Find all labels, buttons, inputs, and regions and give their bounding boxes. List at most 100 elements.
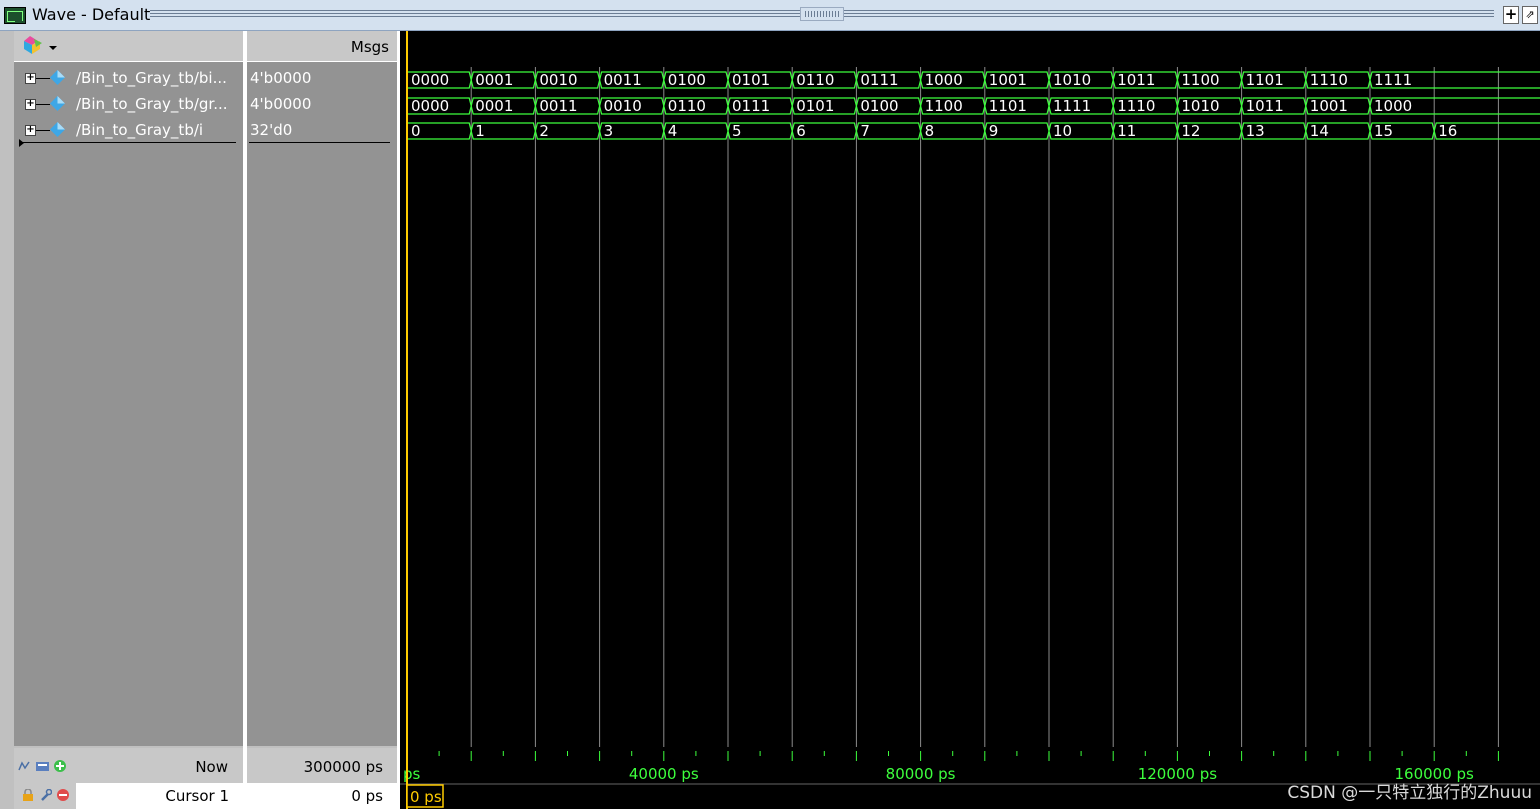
selection-divider: [22, 142, 236, 143]
waveform-canvas[interactable]: 0000 0001 0010 0011 0100 0101 0110 0111 1000 1001…: [400, 31, 1540, 747]
tree-connector: [36, 130, 50, 131]
add-cursor-icon[interactable]: [54, 760, 66, 772]
expand-icon[interactable]: +: [25, 125, 36, 136]
signal-values-pane[interactable]: 4'b0000 4'b0000 32'd0: [247, 62, 397, 746]
wave-value-gray: 0000: [411, 97, 449, 115]
signal-row-bin[interactable]: + /Bin_to_Gray_tb/bi...: [14, 66, 243, 92]
wave-edit-icon[interactable]: [18, 760, 30, 772]
insert-cursor-icon[interactable]: [35, 760, 50, 772]
signal-name: /Bin_to_Gray_tb/bi...: [76, 69, 227, 87]
wave-value-bin: 1000: [925, 71, 963, 89]
wave-value-i: 13: [1246, 122, 1265, 140]
wave-value-gray: 0100: [860, 97, 898, 115]
signal-names-header: [14, 31, 243, 62]
delete-cursor-icon[interactable]: [57, 789, 69, 801]
cursor-label: Cursor 1: [165, 787, 229, 805]
insertion-marker-icon: [19, 139, 24, 147]
wave-value-i: 15: [1374, 122, 1393, 140]
wave-value-gray: 0010: [604, 97, 642, 115]
wave-window-icon: [4, 7, 26, 24]
wrench-icon[interactable]: [40, 789, 52, 801]
wave-value-gray: 1110: [1117, 97, 1155, 115]
signal-diamond-icon: [50, 122, 65, 137]
wave-value-gray: 0111: [732, 97, 770, 115]
cursor-status-values: 300000 ps 0 ps: [247, 748, 397, 809]
add-pane-button[interactable]: +: [1503, 6, 1519, 24]
window-title: Wave - Default: [32, 5, 151, 24]
wave-value-i: 1: [475, 122, 485, 140]
wave-value-i: 10: [1053, 122, 1072, 140]
wave-value-bin: 0101: [732, 71, 770, 89]
wave-value-i: 6: [796, 122, 806, 140]
wave-value-bin: 0110: [796, 71, 834, 89]
expand-icon[interactable]: +: [25, 99, 36, 110]
tick-label: 80000 ps: [886, 765, 956, 783]
signal-row-i[interactable]: + /Bin_to_Gray_tb/i: [14, 118, 243, 144]
wave-value-i: 8: [925, 122, 935, 140]
signal-value: 32'd0: [250, 121, 293, 139]
wave-value-bin: 0011: [604, 71, 642, 89]
wave-value-i: 4: [668, 122, 678, 140]
wave-value-gray: 0011: [539, 97, 577, 115]
signal-values-header: Msgs: [247, 31, 397, 62]
lock-icon[interactable]: [22, 789, 34, 801]
cursor-value-field[interactable]: 0 ps: [247, 783, 397, 809]
signal-names-pane[interactable]: + /Bin_to_Gray_tb/bi... + /Bin_to_Gray_t…: [14, 62, 243, 746]
value-row-bin[interactable]: 4'b0000: [247, 66, 397, 92]
tick-label: 120000 ps: [1138, 765, 1218, 783]
signal-diamond-icon: [50, 70, 65, 85]
wave-value-bin: 0100: [668, 71, 706, 89]
wave-value-gray: 1000: [1374, 97, 1412, 115]
now-value: 300000 ps: [303, 758, 383, 776]
wave-list-icon[interactable]: [20, 35, 44, 55]
wave-value-gray: 0101: [796, 97, 834, 115]
waveform-svg[interactable]: 0000 0001 0010 0011 0100 0101 0110 0111 1000 1001…: [400, 31, 1540, 747]
wave-value-bin: 1110: [1310, 71, 1348, 89]
value-row-i[interactable]: 32'd0: [247, 118, 397, 144]
wave-value-bin: 1010: [1053, 71, 1091, 89]
cursor-value: 0 ps: [351, 787, 383, 805]
wave-value-bin: 0000: [411, 71, 449, 89]
wave-value-bin: 1111: [1374, 71, 1412, 89]
signal-row-gray[interactable]: + /Bin_to_Gray_tb/gr...: [14, 92, 243, 118]
wave-value-i: 12: [1181, 122, 1200, 140]
now-label: Now: [195, 758, 228, 776]
wave-value-i: 0: [411, 122, 421, 140]
expand-icon[interactable]: +: [25, 73, 36, 84]
wave-value-i: 16: [1438, 122, 1457, 140]
wave-value-i: 7: [860, 122, 870, 140]
chevron-down-icon[interactable]: [49, 46, 57, 50]
wave-value-gray: 1011: [1246, 97, 1284, 115]
wave-value-bin: 1101: [1246, 71, 1284, 89]
wave-value-gray: 1111: [1053, 97, 1091, 115]
window-titlebar[interactable]: Wave - Default + ⇗: [0, 0, 1540, 31]
signal-value: 4'b0000: [250, 95, 312, 113]
tree-connector: [36, 78, 50, 79]
wave-value-gray: 0110: [668, 97, 706, 115]
cursor-name-field[interactable]: Cursor 1: [76, 783, 243, 809]
wave-value-gray: 1101: [989, 97, 1027, 115]
title-grip-handle[interactable]: [800, 7, 844, 21]
wave-value-gray: 1001: [1310, 97, 1348, 115]
signal-name: /Bin_to_Gray_tb/gr...: [76, 95, 228, 113]
wave-value-bin: 1001: [989, 71, 1027, 89]
tick-label: 40000 ps: [629, 765, 699, 783]
wave-value-bin: 0111: [860, 71, 898, 89]
pane-splitter[interactable]: [243, 31, 247, 809]
wave-value-i: 9: [989, 122, 999, 140]
value-row-gray[interactable]: 4'b0000: [247, 92, 397, 118]
undock-button[interactable]: ⇗: [1522, 6, 1538, 24]
wave-value-gray: 1100: [925, 97, 963, 115]
tick-label: ps: [403, 765, 421, 783]
wave-value-bin: 0001: [475, 71, 513, 89]
cursor-status-names: Now Cursor 1: [14, 748, 243, 809]
signal-name: /Bin_to_Gray_tb/i: [76, 121, 204, 139]
cursor-time-label: 0 ps: [410, 788, 442, 806]
msgs-label: Msgs: [350, 38, 389, 56]
wave-value-bin: 1011: [1117, 71, 1155, 89]
signal-value: 4'b0000: [250, 69, 312, 87]
wave-value-i: 2: [539, 122, 549, 140]
wave-value-bin: 1100: [1181, 71, 1219, 89]
watermark-text: CSDN @一只特立独行的Zhuuu: [1287, 783, 1532, 803]
signal-diamond-icon: [50, 96, 65, 111]
